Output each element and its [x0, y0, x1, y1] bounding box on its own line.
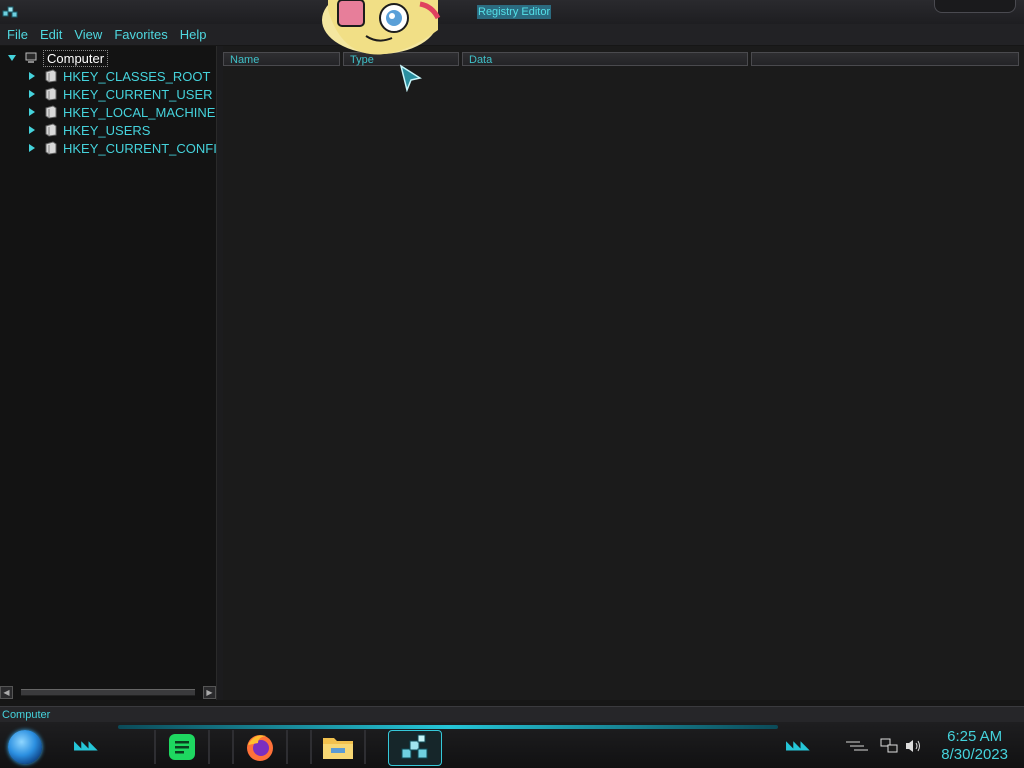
tree-item-label: HKEY_CURRENT_USER — [63, 86, 213, 102]
taskbar-app-firefox[interactable] — [232, 730, 288, 764]
clock-date: 8/30/2023 — [941, 746, 1008, 763]
expand-arrow-icon[interactable] — [26, 70, 38, 82]
menu-bar: File Edit View Favorites Help — [0, 24, 1024, 45]
firefox-icon — [247, 735, 273, 761]
menu-help[interactable]: Help — [174, 24, 213, 45]
computer-icon — [25, 52, 37, 63]
cartoon-character-icon — [322, 0, 441, 55]
title-bar[interactable]: Registry Editor — [0, 0, 1024, 25]
mouse-cursor-icon — [399, 64, 422, 92]
tree-item-label: Computer — [43, 49, 109, 67]
tree-item-key[interactable]: HKEY_LOCAL_MACHINE — [26, 103, 215, 121]
column-header-empty[interactable] — [751, 52, 1019, 66]
start-button[interactable] — [8, 730, 42, 764]
values-list-pane[interactable]: Name Type Data — [223, 46, 1024, 700]
tree-item-label: HKEY_USERS — [63, 122, 151, 138]
clock-time: 6:25 AM — [947, 728, 1003, 745]
desktop: Registry Editor File Edit View Favorites… — [0, 0, 1024, 768]
network-icon[interactable] — [880, 738, 898, 754]
taskbar-app-registry-editor[interactable] — [388, 730, 442, 766]
registry-key-icon — [45, 141, 57, 155]
file-explorer-icon — [323, 738, 353, 759]
status-path: Computer — [2, 709, 51, 721]
registry-key-icon — [45, 105, 57, 119]
status-bar: Computer — [0, 706, 1024, 723]
show-desktop-icon[interactable] — [846, 740, 868, 752]
registry-editor-icon — [2, 6, 18, 18]
window-title: Registry Editor — [477, 5, 552, 19]
horizontal-scrollbar[interactable]: ◀ ▶ — [0, 685, 216, 699]
registry-key-icon — [45, 87, 57, 101]
taskbar: ◣◣◣ ◣◣◣ 6:25 AM 8/30/2023 — [0, 722, 1024, 768]
tree-item-label: HKEY_CLASSES_ROOT — [63, 68, 211, 84]
tree-item-computer[interactable]: Computer — [6, 49, 109, 67]
expand-arrow-icon[interactable] — [26, 88, 38, 100]
menu-edit[interactable]: Edit — [34, 24, 68, 45]
taskbar-app-file-explorer[interactable] — [310, 730, 366, 764]
scroll-right-button[interactable]: ▶ — [203, 685, 216, 699]
collapse-arrow-icon[interactable] — [6, 52, 18, 64]
taskbar-app-notes[interactable] — [154, 730, 210, 764]
chevron-right-icon: ◣◣◣ — [74, 738, 98, 752]
column-header-data[interactable]: Data — [462, 52, 748, 66]
tree-item-key[interactable]: HKEY_CURRENT_CONFI — [26, 139, 217, 157]
volume-icon[interactable] — [904, 738, 922, 754]
menu-view[interactable]: View — [68, 24, 108, 45]
registry-key-icon — [45, 69, 57, 83]
tree-item-label: HKEY_LOCAL_MACHINE — [63, 104, 216, 120]
tree-item-key[interactable]: HKEY_CURRENT_USER — [26, 85, 213, 103]
window-controls-frame[interactable] — [934, 0, 1016, 13]
system-clock[interactable]: 6:25 AM 8/30/2023 — [941, 728, 1008, 764]
registry-key-icon — [45, 123, 57, 137]
scroll-thumb[interactable] — [21, 688, 195, 696]
tree-item-key[interactable]: HKEY_USERS — [26, 121, 150, 139]
registry-editor-icon — [401, 734, 428, 759]
taskbar-accent-bar — [118, 725, 778, 729]
expand-arrow-icon[interactable] — [26, 106, 38, 118]
scroll-left-button[interactable]: ◀ — [0, 685, 13, 699]
chevron-right-icon: ◣◣◣ — [786, 738, 810, 752]
tree-item-label: HKEY_CURRENT_CONFI — [63, 140, 217, 156]
key-tree-pane[interactable]: Computer HKEY_CLASSES_ROOT HKEY_CURRENT_… — [0, 46, 217, 700]
expand-arrow-icon[interactable] — [26, 124, 38, 136]
tree-item-key[interactable]: HKEY_CLASSES_ROOT — [26, 67, 210, 85]
menu-favorites[interactable]: Favorites — [108, 24, 173, 45]
menu-file[interactable]: File — [0, 24, 34, 45]
expand-arrow-icon[interactable] — [26, 142, 38, 154]
notes-app-icon — [169, 734, 195, 760]
